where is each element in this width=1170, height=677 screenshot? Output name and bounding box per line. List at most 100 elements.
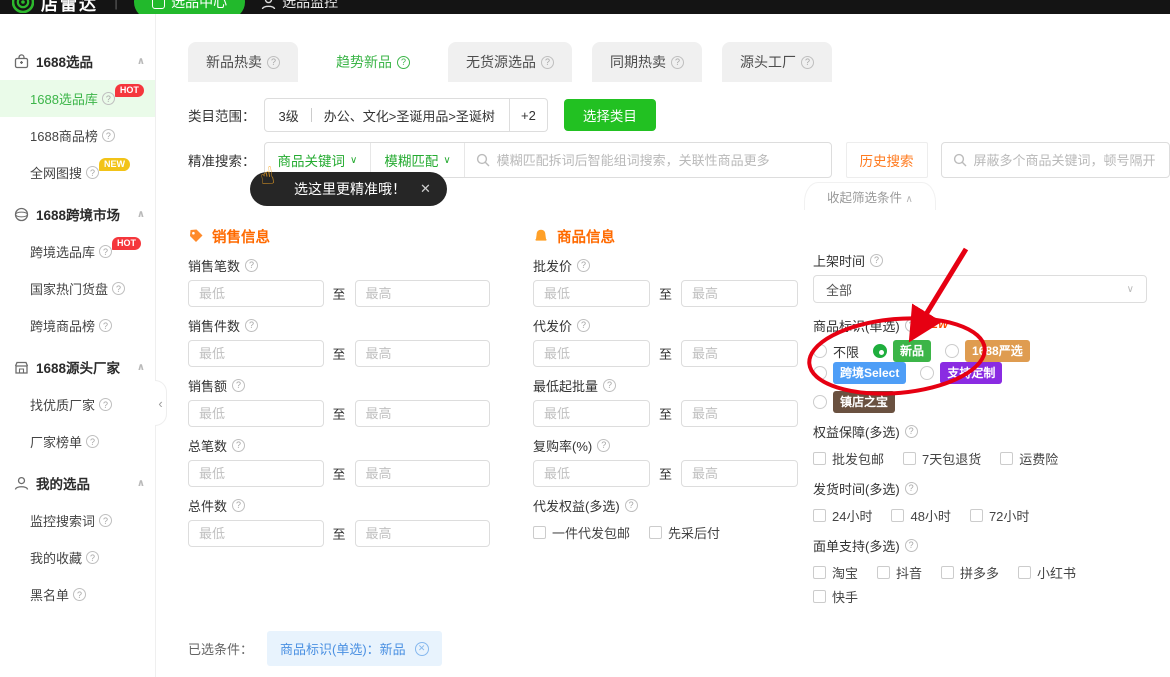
radio-tag-store-treasure[interactable]: 镇店之宝 xyxy=(813,391,895,413)
sidebar-item-crossborder-pool[interactable]: 跨境选品库 HOT xyxy=(0,233,155,270)
sidebar-collapse-handle[interactable]: ‹ xyxy=(155,380,167,426)
help-icon[interactable] xyxy=(625,499,638,512)
help-icon[interactable] xyxy=(905,539,918,552)
sidebar-item-find-factory[interactable]: 找优质厂家 xyxy=(0,386,155,423)
min-order-qty-min-input[interactable] xyxy=(533,400,650,427)
sidebar-group-header-crossborder[interactable]: 1688跨境市场 xyxy=(0,195,155,233)
close-icon[interactable] xyxy=(420,181,431,197)
checkbox-72h[interactable]: 72小时 xyxy=(970,503,1029,527)
help-icon[interactable] xyxy=(73,588,86,601)
sidebar-item-monitor-keywords[interactable]: 监控搜索词 xyxy=(0,502,155,539)
tab-no-source[interactable]: 无货源选品 xyxy=(448,42,572,82)
sidebar-item-crossborder-rank[interactable]: 跨境商品榜 xyxy=(0,307,155,344)
sidebar-item-factory-rank[interactable]: 厂家榜单 xyxy=(0,423,155,460)
sidebar-group-header-factory[interactable]: 1688源头厂家 xyxy=(0,348,155,386)
sales-amount-min-input[interactable] xyxy=(188,400,324,427)
sales-orders-min-input[interactable] xyxy=(188,280,324,307)
wholesale-price-min-input[interactable] xyxy=(533,280,650,307)
help-icon[interactable] xyxy=(603,379,616,392)
sidebar-group-header-my-selection[interactable]: 我的选品 xyxy=(0,464,155,502)
help-icon[interactable] xyxy=(86,166,99,179)
help-icon[interactable] xyxy=(99,398,112,411)
repurchase-rate-min-input[interactable] xyxy=(533,460,650,487)
sidebar-item-1688-rank[interactable]: 1688商品榜 xyxy=(0,117,155,154)
help-icon[interactable] xyxy=(541,56,554,69)
wholesale-price-max-input[interactable] xyxy=(681,280,798,307)
help-icon[interactable] xyxy=(577,259,590,272)
total-orders-min-input[interactable] xyxy=(188,460,324,487)
help-icon[interactable] xyxy=(397,56,410,69)
sales-amount-max-input[interactable] xyxy=(355,400,491,427)
radio-tag-new-product[interactable]: 新品 xyxy=(873,340,931,362)
help-icon[interactable] xyxy=(232,379,245,392)
history-search-button[interactable]: 历史搜索 xyxy=(846,142,928,178)
help-icon[interactable] xyxy=(801,56,814,69)
tab-source-factory[interactable]: 源头工厂 xyxy=(722,42,832,82)
help-icon[interactable] xyxy=(245,259,258,272)
help-icon[interactable] xyxy=(905,319,918,332)
help-icon[interactable] xyxy=(577,319,590,332)
keyword-search-input[interactable] xyxy=(497,153,820,168)
checkbox-buy-first-pay-later[interactable]: 先采后付 xyxy=(649,520,720,544)
tab-same-period[interactable]: 同期热卖 xyxy=(592,42,702,82)
help-icon[interactable] xyxy=(905,482,918,495)
checkbox-xiaohongshu[interactable]: 小红书 xyxy=(1018,560,1076,584)
sales-units-min-input[interactable] xyxy=(188,340,324,367)
nav-selection-center[interactable]: 选品中心 xyxy=(134,0,245,14)
help-icon[interactable] xyxy=(112,282,125,295)
sidebar-item-image-search[interactable]: 全网图搜 NEW xyxy=(0,154,155,191)
radio-tag-none[interactable]: 不限 xyxy=(813,340,859,362)
tab-new-hot-sale[interactable]: 新品热卖 xyxy=(188,42,298,82)
checkbox-48h[interactable]: 48小时 xyxy=(891,503,950,527)
min-order-qty-max-input[interactable] xyxy=(681,400,798,427)
nav-selection-monitor[interactable]: 选品监控 xyxy=(261,0,338,12)
shelf-time-select[interactable]: 全部 xyxy=(813,275,1147,303)
checkbox-taobao[interactable]: 淘宝 xyxy=(813,560,858,584)
radio-tag-1688-select[interactable]: 1688严选 xyxy=(945,340,1030,362)
radio-tag-customizable[interactable]: 支持定制 xyxy=(920,362,1002,384)
help-icon[interactable] xyxy=(245,319,258,332)
category-more-count[interactable]: +2 xyxy=(510,98,548,132)
sales-orders-max-input[interactable] xyxy=(355,280,491,307)
help-icon[interactable] xyxy=(905,425,918,438)
checkbox-douyin[interactable]: 抖音 xyxy=(877,560,922,584)
sidebar-item-country-goods[interactable]: 国家热门货盘 xyxy=(0,270,155,307)
total-orders-max-input[interactable] xyxy=(355,460,491,487)
dropship-price-max-input[interactable] xyxy=(681,340,798,367)
exclude-keywords-input[interactable] xyxy=(974,153,1159,168)
help-icon[interactable] xyxy=(232,439,245,452)
help-icon[interactable] xyxy=(99,514,112,527)
checkbox-24h[interactable]: 24小时 xyxy=(813,503,872,527)
checkbox-pinduoduo[interactable]: 拼多多 xyxy=(941,560,999,584)
sidebar-item-1688-pool[interactable]: 1688选品库 HOT xyxy=(0,80,155,117)
help-icon[interactable] xyxy=(99,245,112,258)
tab-trend-new[interactable]: 趋势新品 xyxy=(318,42,428,82)
help-icon[interactable] xyxy=(102,92,115,105)
sidebar-item-blacklist[interactable]: 黑名单 xyxy=(0,576,155,613)
checkbox-shipping-insurance[interactable]: 运费险 xyxy=(1000,446,1058,470)
help-icon[interactable] xyxy=(232,499,245,512)
collapse-filters-button[interactable]: 收起筛选条件 xyxy=(804,182,936,210)
sidebar-item-my-favorites[interactable]: 我的收藏 xyxy=(0,539,155,576)
radio-tag-crossborder-select[interactable]: 跨境Select xyxy=(813,362,906,384)
total-units-min-input[interactable] xyxy=(188,520,324,547)
help-icon[interactable] xyxy=(99,319,112,332)
category-value-box[interactable]: 3级 办公、文化>圣诞用品>圣诞树 xyxy=(264,98,510,132)
help-icon[interactable] xyxy=(267,56,280,69)
help-icon[interactable] xyxy=(597,439,610,452)
checkbox-7day-return[interactable]: 7天包退货 xyxy=(903,446,981,470)
remove-condition-icon[interactable] xyxy=(415,642,429,656)
sales-units-max-input[interactable] xyxy=(355,340,491,367)
total-units-max-input[interactable] xyxy=(355,520,491,547)
dropship-price-min-input[interactable] xyxy=(533,340,650,367)
sidebar-group-header-1688-selection[interactable]: 1688选品 xyxy=(0,42,155,80)
repurchase-rate-max-input[interactable] xyxy=(681,460,798,487)
help-icon[interactable] xyxy=(102,129,115,142)
help-icon[interactable] xyxy=(671,56,684,69)
help-icon[interactable] xyxy=(870,254,883,267)
checkbox-kuaishou[interactable]: 快手 xyxy=(813,584,858,608)
help-icon[interactable] xyxy=(86,551,99,564)
checkbox-wholesale-free-shipping[interactable]: 批发包邮 xyxy=(813,446,884,470)
checkbox-dropship-free-shipping[interactable]: 一件代发包邮 xyxy=(533,520,630,544)
choose-category-button[interactable]: 选择类目 xyxy=(564,99,656,131)
